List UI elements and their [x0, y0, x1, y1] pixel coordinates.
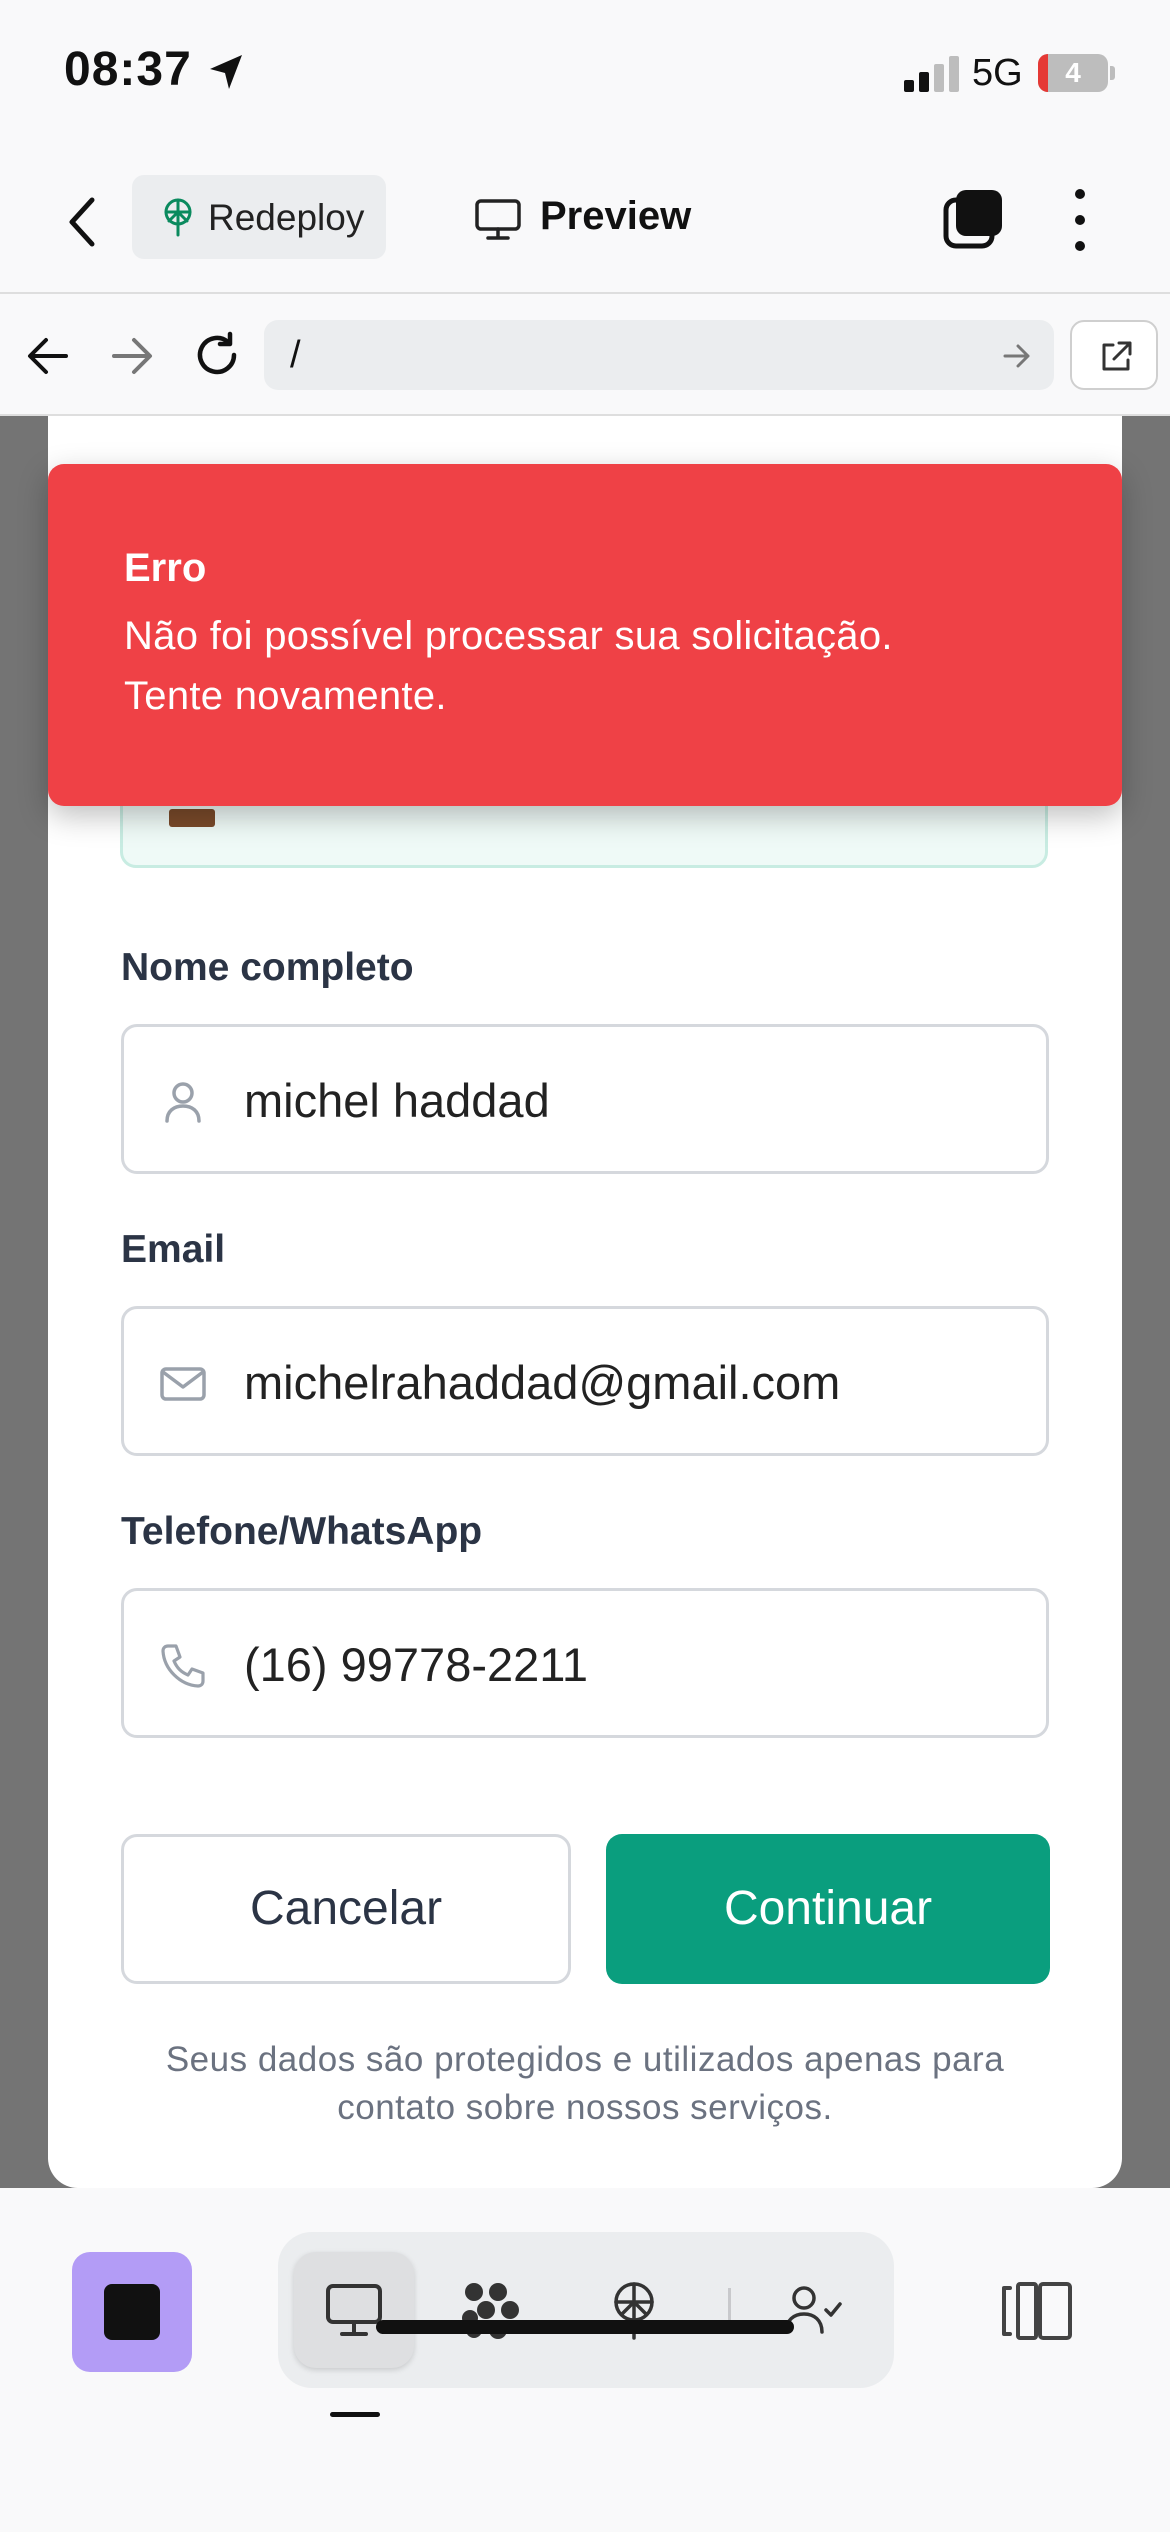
open-external-button[interactable]: [1070, 320, 1158, 390]
status-bar: 08:37 5G 4: [0, 0, 1170, 150]
active-tab-indicator: [330, 2412, 380, 2417]
browser-bar: /: [0, 296, 1170, 416]
status-time: 08:37: [64, 43, 192, 96]
monitor-icon: [475, 199, 521, 240]
privacy-note-line1: Seus dados são protegidos e utilizados a…: [165, 2040, 1005, 2079]
phone-icon: [161, 1644, 205, 1688]
redeploy-label: Redeploy: [208, 197, 365, 238]
tool-nodes[interactable]: [430, 2252, 550, 2368]
url-text: /: [290, 334, 301, 376]
home-indicator: [376, 2320, 794, 2334]
privacy-note-line2: contato sobre nossos serviços.: [337, 2088, 833, 2127]
battery-icon: 4: [1038, 54, 1115, 92]
email-value: michelrahaddad@gmail.com: [244, 1356, 841, 1409]
user-icon: [165, 1082, 201, 1123]
tool-deploy[interactable]: [574, 2252, 694, 2368]
arrow-right-icon[interactable]: [108, 334, 156, 378]
name-field[interactable]: michel haddad: [121, 1024, 1049, 1174]
tool-users[interactable]: [752, 2252, 872, 2368]
back-chevron-icon[interactable]: [56, 190, 112, 254]
external-link-icon: [1102, 341, 1132, 371]
network-type: 5G: [972, 52, 1023, 94]
go-arrow-icon[interactable]: [1002, 342, 1032, 370]
phone-value: (16) 99778-2211: [244, 1638, 589, 1691]
preview-title[interactable]: Preview: [540, 194, 691, 239]
mail-icon: [160, 1367, 206, 1401]
info-box-icon: [169, 809, 215, 827]
tool-group: [278, 2232, 894, 2388]
battery-level: 4: [1065, 57, 1081, 88]
stop-button[interactable]: [72, 2252, 192, 2372]
location-arrow-icon: [210, 55, 242, 89]
deploy-tree-icon: [164, 198, 192, 237]
cellular-signal-icon: [904, 56, 959, 92]
continue-button[interactable]: Continuar: [606, 1834, 1050, 1984]
redeploy-button[interactable]: Redeploy: [132, 175, 386, 259]
arrow-left-icon[interactable]: [24, 334, 72, 378]
toast-message-line1: Não foi possível processar sua solicitaç…: [124, 614, 893, 658]
tabs-icon[interactable]: [942, 186, 1006, 250]
stop-icon: [104, 2284, 160, 2340]
name-value: michel haddad: [244, 1074, 550, 1127]
email-label: Email: [121, 1228, 226, 1271]
reload-icon[interactable]: [192, 330, 242, 380]
phone-label: Telefone/WhatsApp: [121, 1510, 483, 1553]
app-header: Redeploy Preview: [0, 150, 1170, 294]
url-input[interactable]: /: [264, 320, 1054, 390]
more-vertical-icon[interactable]: [1060, 186, 1100, 254]
tool-preview[interactable]: [294, 2252, 414, 2368]
privacy-note: Seus dados são protegidos e utilizados a…: [121, 2036, 1049, 2132]
split-view-icon[interactable]: [1000, 2280, 1074, 2342]
monitor-icon: [326, 2284, 382, 2336]
email-field[interactable]: michelrahaddad@gmail.com: [121, 1306, 1049, 1456]
phone-field[interactable]: (16) 99778-2211: [121, 1588, 1049, 1738]
name-label: Nome completo: [121, 946, 414, 989]
error-toast[interactable]: Erro Não foi possível processar sua soli…: [48, 464, 1122, 806]
toast-title: Erro: [124, 546, 207, 590]
bottom-toolbar: [0, 2188, 1170, 2532]
cancel-button[interactable]: Cancelar: [121, 1834, 571, 1984]
toast-message-line2: Tente novamente.: [124, 674, 447, 718]
